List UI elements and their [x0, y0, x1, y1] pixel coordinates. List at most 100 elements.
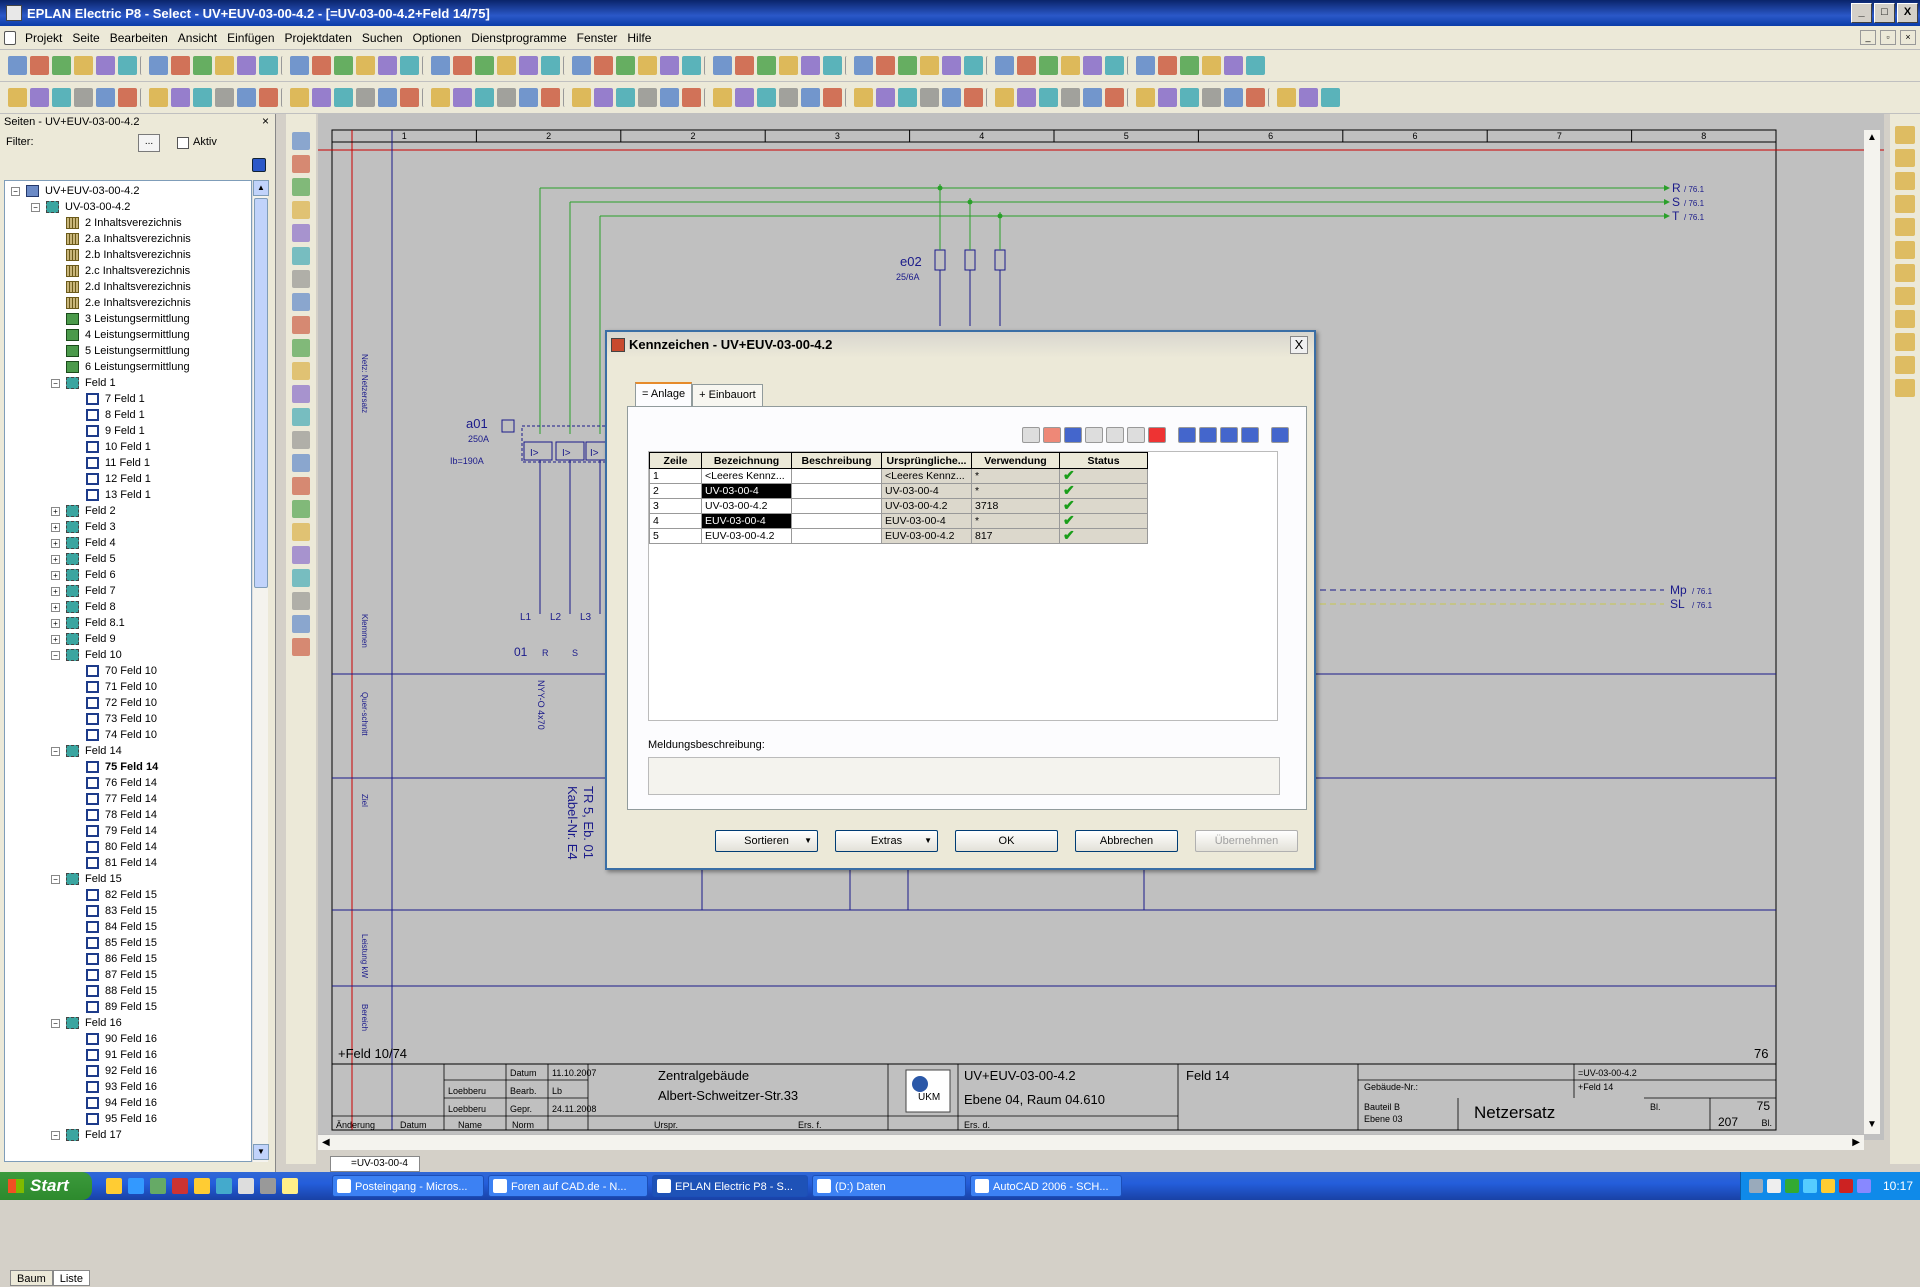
tree-node[interactable]: 74 Feld 10	[71, 727, 157, 743]
toolbar-tool-icon[interactable]	[519, 88, 538, 107]
draw-tool-icon[interactable]	[292, 362, 310, 380]
toolbar-tool-icon[interactable]	[149, 56, 168, 75]
toolbar-tool-icon[interactable]	[431, 88, 450, 107]
grid-tool-icon[interactable]	[1106, 427, 1124, 443]
tree-node[interactable]: 2 Inhaltsverezichnis	[51, 215, 182, 231]
toolbar-tool-icon[interactable]	[638, 88, 657, 107]
menu-projekt[interactable]: Projekt	[20, 31, 67, 45]
grid-tool-icon[interactable]	[1178, 427, 1196, 443]
toolbar-tool-icon[interactable]	[497, 56, 516, 75]
toolbar-tool-icon[interactable]	[118, 56, 137, 75]
toolbar-tool-icon[interactable]	[453, 56, 472, 75]
tray-icon-6[interactable]	[1839, 1179, 1853, 1193]
grid-tool-icon[interactable]	[1241, 427, 1259, 443]
draw-tool-icon[interactable]	[292, 155, 310, 173]
tree-node[interactable]: 78 Feld 14	[71, 807, 157, 823]
tree-node[interactable]: 93 Feld 16	[71, 1079, 157, 1095]
tree-node[interactable]: 75 Feld 14	[71, 759, 158, 775]
draw-tool-icon[interactable]	[292, 592, 310, 610]
tree-node[interactable]: 6 Leistungsermittlung	[51, 359, 190, 375]
tree-node[interactable]: 77 Feld 14	[71, 791, 157, 807]
menu-optionen[interactable]: Optionen	[408, 31, 467, 45]
connection-tool-icon[interactable]	[1895, 379, 1915, 397]
draw-tool-icon[interactable]	[292, 385, 310, 403]
expand-collapse-icon[interactable]: +	[51, 586, 60, 596]
toolbar-tool-icon[interactable]	[1180, 88, 1199, 107]
toolbar-tool-icon[interactable]	[312, 88, 331, 107]
scroll-left-icon[interactable]: ◀	[322, 1137, 330, 1148]
draw-tool-icon[interactable]	[292, 408, 310, 426]
expand-collapse-icon[interactable]: −	[11, 186, 20, 196]
scroll-up-icon[interactable]: ▲	[1867, 132, 1877, 143]
toolbar-tool-icon[interactable]	[74, 56, 93, 75]
tree-node[interactable]: 72 Feld 10	[71, 695, 157, 711]
grid-tool-icon[interactable]	[1127, 427, 1145, 443]
start-button[interactable]: Start	[0, 1172, 92, 1200]
expand-collapse-icon[interactable]: −	[51, 1130, 60, 1140]
expand-collapse-icon[interactable]: +	[51, 538, 60, 548]
tree-node[interactable]: 8 Feld 1	[71, 407, 145, 423]
draw-tool-icon[interactable]	[292, 339, 310, 357]
toolbar-tool-icon[interactable]	[1277, 88, 1296, 107]
connection-tool-icon[interactable]	[1895, 126, 1915, 144]
toolbar-tool-icon[interactable]	[1083, 56, 1102, 75]
toolbar-tool-icon[interactable]	[74, 88, 93, 107]
tree-node[interactable]: + Feld 8.1	[51, 615, 125, 631]
toolbar-tool-icon[interactable]	[215, 56, 234, 75]
tab-baum[interactable]: Baum	[10, 1270, 53, 1286]
tray-icon-3[interactable]	[1785, 1179, 1799, 1193]
menu-dienstprogramme[interactable]: Dienstprogramme	[466, 31, 571, 45]
draw-tool-icon[interactable]	[292, 201, 310, 219]
expand-collapse-icon[interactable]: −	[51, 874, 60, 884]
cell-beschreibung[interactable]	[791, 528, 882, 544]
grid-tool-icon[interactable]	[1022, 427, 1040, 443]
toolbar-tool-icon[interactable]	[1136, 56, 1155, 75]
toolbar-tool-icon[interactable]	[823, 56, 842, 75]
tree-node[interactable]: 13 Feld 1	[71, 487, 151, 503]
tree-node[interactable]: − UV-03-00-4.2	[31, 199, 130, 215]
tree-node[interactable]: + Feld 5	[51, 551, 116, 567]
toolbar-tool-icon[interactable]	[660, 56, 679, 75]
connection-tool-icon[interactable]	[1895, 310, 1915, 328]
toolbar-tool-icon[interactable]	[118, 88, 137, 107]
toolbar-tool-icon[interactable]	[1083, 88, 1102, 107]
menu-ansicht[interactable]: Ansicht	[173, 31, 222, 45]
tree-node[interactable]: − Feld 17	[51, 1127, 122, 1143]
toolbar-tool-icon[interactable]	[96, 56, 115, 75]
draw-tool-icon[interactable]	[292, 431, 310, 449]
toolbar-tool-icon[interactable]	[475, 56, 494, 75]
cell-bezeichnung[interactable]: EUV-03-00-4	[701, 513, 792, 529]
tray-icon-2[interactable]	[1767, 1179, 1781, 1193]
toolbar-tool-icon[interactable]	[920, 56, 939, 75]
draw-tool-icon[interactable]	[292, 477, 310, 495]
toolbar-tool-icon[interactable]	[378, 88, 397, 107]
tab-liste[interactable]: Liste	[52, 1270, 90, 1286]
filter-browse-button[interactable]: ...	[138, 134, 160, 152]
quick-launch-icon[interactable]	[282, 1178, 298, 1194]
tree-node[interactable]: 90 Feld 16	[71, 1031, 157, 1047]
connection-tool-icon[interactable]	[1895, 172, 1915, 190]
draw-tool-icon[interactable]	[292, 316, 310, 334]
tree-node[interactable]: + Feld 4	[51, 535, 116, 551]
toolbar-tool-icon[interactable]	[1180, 56, 1199, 75]
cell-beschreibung[interactable]	[791, 483, 882, 499]
toolbar-tool-icon[interactable]	[149, 88, 168, 107]
menu-fenster[interactable]: Fenster	[572, 31, 623, 45]
toolbar-tool-icon[interactable]	[995, 56, 1014, 75]
tree-node[interactable]: 94 Feld 16	[71, 1095, 157, 1111]
toolbar-tool-icon[interactable]	[400, 56, 419, 75]
scroll-down-icon[interactable]: ▼	[253, 1144, 269, 1160]
tree-node[interactable]: 84 Feld 15	[71, 919, 157, 935]
connection-tool-icon[interactable]	[1895, 195, 1915, 213]
draw-tool-icon[interactable]	[292, 270, 310, 288]
cell-bezeichnung[interactable]: <Leeres Kennz...	[701, 468, 792, 484]
cell-beschreibung[interactable]	[791, 468, 882, 484]
meldung-textbox[interactable]	[648, 757, 1280, 795]
toolbar-tool-icon[interactable]	[1017, 56, 1036, 75]
expand-collapse-icon[interactable]: −	[31, 202, 40, 212]
mdi-close-button[interactable]: ×	[1900, 30, 1916, 45]
draw-tool-icon[interactable]	[292, 615, 310, 633]
toolbar-tool-icon[interactable]	[1321, 88, 1340, 107]
toolbar-tool-icon[interactable]	[30, 56, 49, 75]
toolbar-tool-icon[interactable]	[1039, 88, 1058, 107]
